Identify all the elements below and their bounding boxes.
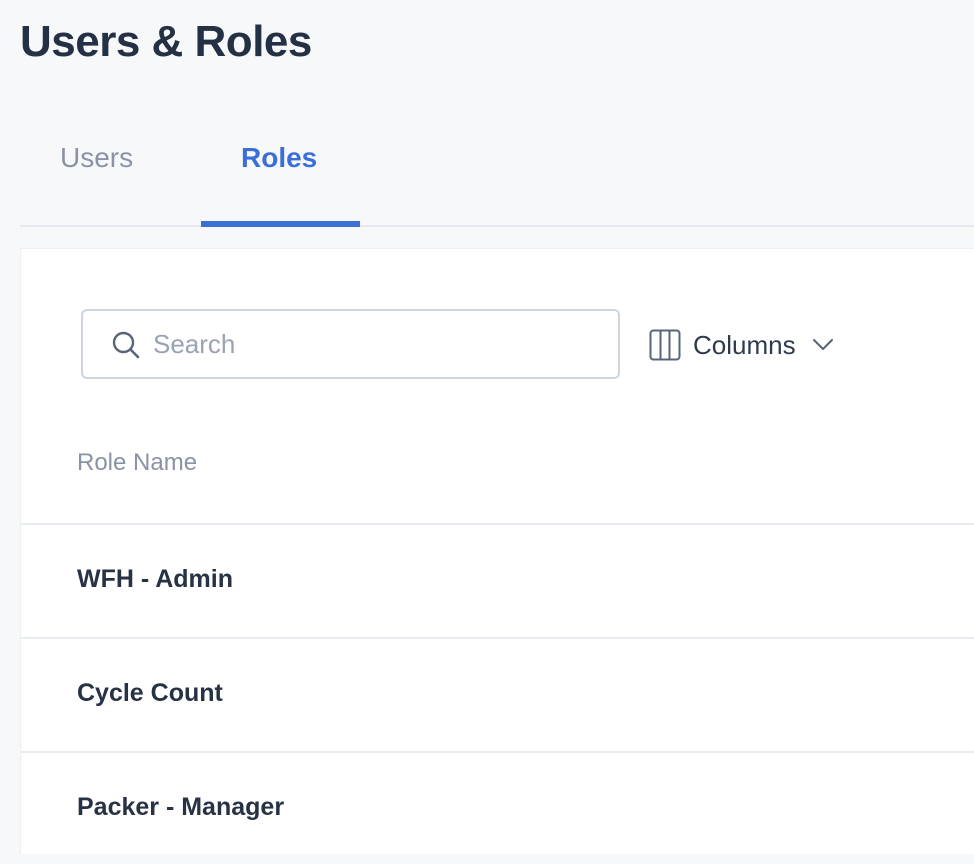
column-header-role-name[interactable]: Role Name bbox=[77, 449, 197, 477]
chevron-down-icon bbox=[812, 339, 833, 350]
table-row[interactable]: Packer - Manager bbox=[21, 751, 974, 864]
table-row[interactable]: WFH - Admin bbox=[21, 523, 974, 636]
search-box[interactable] bbox=[81, 309, 620, 379]
role-name-cell[interactable]: WFH - Admin bbox=[77, 565, 233, 594]
role-name-cell[interactable]: Packer - Manager bbox=[77, 793, 284, 822]
page-title: Users & Roles bbox=[20, 17, 312, 66]
role-name-cell[interactable]: Cycle Count bbox=[77, 679, 223, 708]
columns-label: Columns bbox=[693, 329, 796, 360]
tab-bar: Users Roles bbox=[20, 110, 974, 227]
table-row[interactable]: Cycle Count bbox=[21, 637, 974, 750]
tab-users[interactable]: Users bbox=[60, 138, 133, 178]
search-input[interactable] bbox=[153, 311, 593, 377]
search-icon bbox=[112, 331, 140, 359]
tab-roles[interactable]: Roles bbox=[241, 138, 317, 178]
active-tab-indicator bbox=[201, 221, 360, 227]
columns-icon bbox=[649, 329, 681, 361]
columns-button[interactable]: Columns bbox=[649, 327, 834, 363]
roles-panel: Columns Role Name WFH - Admin Cycle Coun… bbox=[20, 248, 974, 854]
